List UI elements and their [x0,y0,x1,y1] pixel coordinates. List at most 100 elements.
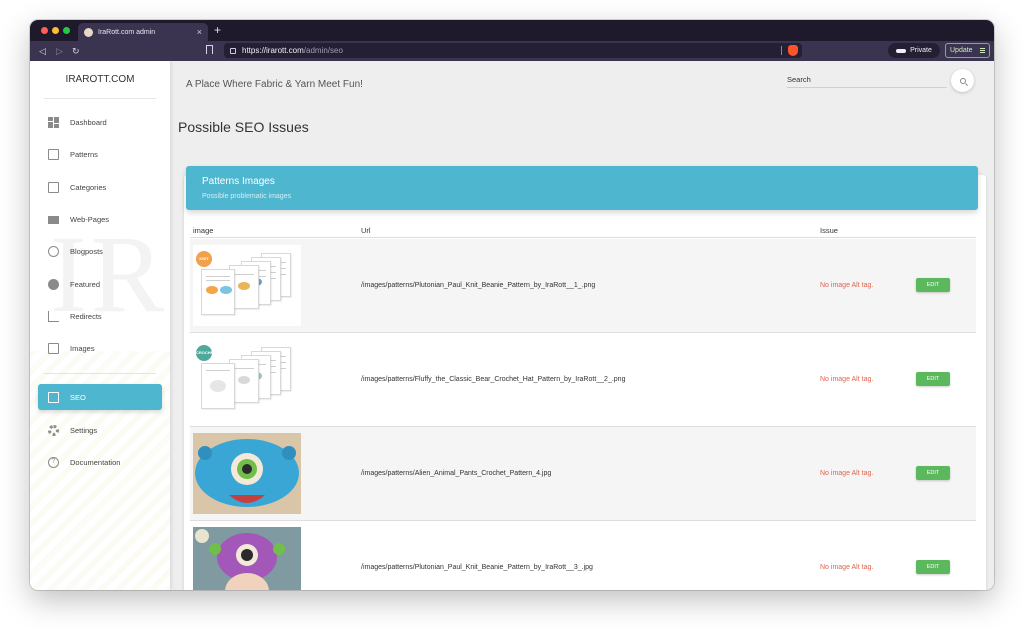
private-label: Private [910,47,932,54]
browser-toolbar: ◁ ▷ ↻ https://irarott.com/admin/seo Priv… [30,41,994,61]
update-label: Update [950,47,973,54]
sidebar-item-label: Web-Pages [70,214,110,224]
table-row: /images/patterns/Plutonian_Paul_Knit_Bea… [190,521,976,590]
pattern-thumbnail [193,527,301,590]
row-badge: KNIT [196,251,212,267]
maximize-window-button[interactable] [63,27,70,34]
sidebar-item-blogposts[interactable]: Blogposts [38,238,162,264]
globe-icon [48,245,59,257]
tab-close-icon[interactable]: × [197,27,202,37]
sidebar-item-label: Blogposts [70,246,103,256]
image-icon [48,342,59,354]
sidebar-item-featured[interactable]: Featured [38,271,162,297]
blue-monster-hat-photo [193,433,301,514]
tab-title: IraRott.com admin [98,28,156,36]
clipboard-icon [48,181,59,193]
pattern-thumbnail [193,433,301,514]
sidebar-item-seo[interactable]: SEO [38,384,162,410]
search-button[interactable] [951,69,974,92]
sidebar-item-settings[interactable]: Settings [38,417,162,443]
url-host: https://irarott.com [242,46,304,55]
favicon-icon [84,27,93,37]
purple-monster-hat-photo [193,527,301,590]
lock-icon [230,47,236,54]
minimize-window-button[interactable] [52,27,59,34]
table-row: CROCHET /images/patterns/Fluffy_the_Clas… [190,333,976,427]
image-icon [48,148,59,160]
menu-icon [980,48,985,53]
sidebar-item-dashboard[interactable]: Dashboard [38,109,162,135]
sidebar-item-categories[interactable]: Categories [38,174,162,200]
sidebar-item-web-pages[interactable]: Web-Pages [38,206,162,232]
image-url: /images/patterns/Plutonian_Paul_Knit_Bea… [361,564,593,571]
page-title: Possible SEO Issues [178,119,309,135]
card-subtitle: Possible problematic images [202,193,292,200]
pattern-thumbnail: CROCHET [193,339,301,420]
private-window-button[interactable]: Private [888,43,940,58]
sidebar-item-label: Patterns [70,149,98,159]
address-bar[interactable]: https://irarott.com/admin/seo [224,43,802,58]
pattern-thumbnail: KNIT [193,245,301,326]
reload-icon[interactable]: ↻ [72,44,80,58]
update-button[interactable]: Update [945,43,990,58]
issue-text: No image Alt tag. [820,564,874,571]
page: IRO IRAROTT.COM Dashboard Patterns Categ… [30,61,994,590]
browser-window: IraRott.com admin × + ◁ ▷ ↻ https://irar… [30,20,994,590]
card-title: Patterns Images [202,176,275,187]
column-header-url: Url [361,226,371,235]
edit-button[interactable]: EDIT [916,278,950,292]
sidebar-item-label: Documentation [70,457,121,467]
brand-logo[interactable]: IRAROTT.COM [44,73,156,99]
column-header-issue: Issue [820,226,838,235]
seo-icon [48,391,59,403]
sidebar-item-label: Redirects [70,311,102,321]
crop-icon [48,310,59,322]
site-tagline: A Place Where Fabric & Yarn Meet Fun! [186,79,363,90]
glasses-icon [896,48,907,53]
sidebar-item-label: Settings [70,425,98,435]
sidebar-item-redirects[interactable]: Redirects [38,303,162,329]
bookmark-icon[interactable] [206,45,213,54]
dashboard-icon [48,116,59,128]
webpage-icon [48,215,59,224]
tab-strip: IraRott.com admin × + [30,20,994,41]
new-tab-button[interactable]: + [214,24,221,36]
card-header: Patterns Images Possible problematic ima… [186,166,978,210]
issue-text: No image Alt tag. [820,376,874,383]
url-separator [781,46,782,55]
table-header: image Url Issue [190,226,976,238]
search-icon [959,77,966,84]
sidebar-divider [44,373,156,374]
image-url: /images/patterns/Plutonian_Paul_Knit_Bea… [361,282,596,289]
sidebar-item-label: Images [70,343,95,353]
help-icon: ? [48,456,59,468]
forward-icon[interactable]: ▷ [56,44,63,58]
back-icon[interactable]: ◁ [39,44,46,58]
issue-text: No image Alt tag. [820,282,874,289]
browser-tab[interactable]: IraRott.com admin × [78,23,208,41]
star-icon [48,278,59,290]
table-row: /images/patterns/Alien_Animal_Pants_Croc… [190,427,976,521]
sidebar: IRO IRAROTT.COM Dashboard Patterns Categ… [30,61,170,590]
search-input[interactable]: Search [787,75,947,88]
sidebar-item-documentation[interactable]: ? Documentation [38,449,162,475]
issue-text: No image Alt tag. [820,470,874,477]
row-badge: CROCHET [196,345,216,361]
column-header-image: image [193,226,214,235]
sidebar-item-label: SEO [70,392,86,402]
table-row: KNIT /images/patterns/Plutonian_Paul_Kni… [190,239,976,333]
sidebar-item-images[interactable]: Images [38,335,162,361]
sidebar-item-label: Categories [70,182,107,192]
edit-button[interactable]: EDIT [916,560,950,574]
url-text: https://irarott.com/admin/seo [242,46,343,55]
brave-shield-icon[interactable] [788,45,798,56]
image-url: /images/patterns/Fluffy_the_Classic_Bear… [361,376,626,383]
edit-button[interactable]: EDIT [916,466,950,480]
image-url: /images/patterns/Alien_Animal_Pants_Croc… [361,470,552,477]
sidebar-item-label: Dashboard [70,117,107,127]
sidebar-item-label: Featured [70,279,101,289]
url-path: /admin/seo [303,46,343,55]
close-window-button[interactable] [41,27,48,34]
edit-button[interactable]: EDIT [916,372,950,386]
sidebar-item-patterns[interactable]: Patterns [38,141,162,167]
